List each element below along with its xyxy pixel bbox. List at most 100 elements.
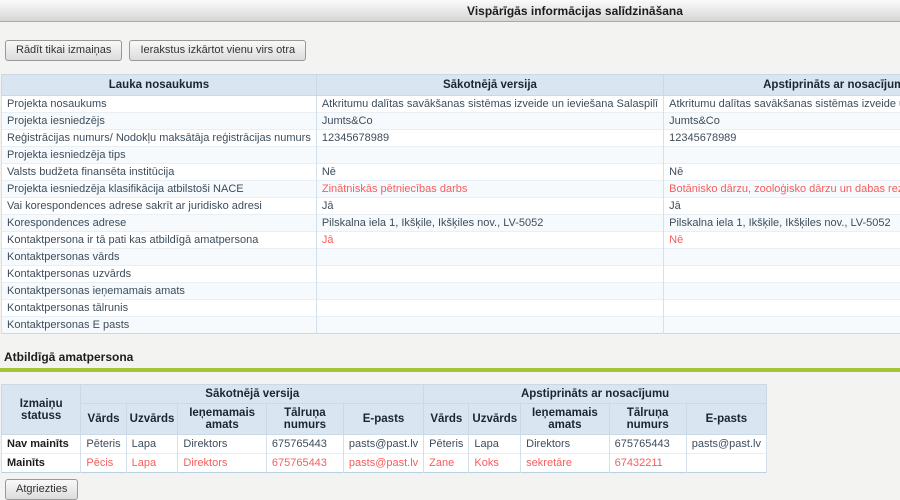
column-header-email: E-pasts	[686, 404, 766, 435]
field-name-cell: Projekta nosaukums	[2, 96, 317, 113]
page-title: Vispārīgās informācijas salīdzināšana	[0, 0, 900, 22]
approved-value-cell: Nē	[664, 164, 900, 181]
comparison-table: Lauka nosaukums Sākotnējā versija Apstip…	[1, 74, 900, 334]
column-header-phone: Tālruņa numurs	[609, 404, 686, 435]
approved-value-cell: Botānisko dārzu, zooloģisko dārzu un dab…	[664, 181, 900, 198]
table-row: Kontaktpersona ir tā pati kas atbildīgā …	[2, 232, 900, 249]
original-value-cell	[316, 147, 663, 164]
original-value-cell: Atkritumu dalītas savākšanas sistēmas iz…	[316, 96, 663, 113]
table-row: Projekta iesniedzējs Jumts&Co Jumts&Co	[2, 113, 900, 130]
approved-value-cell	[664, 147, 900, 164]
title-bar: Vispārīgās informācijas salīdzināšana	[0, 0, 900, 22]
official-row-changed: Mainīts Pēcis Lapa Direktors 675765443 p…	[2, 454, 767, 473]
approved-value-cell: Jā	[664, 198, 900, 215]
approved-email-cell	[686, 454, 766, 473]
field-name-cell: Vai korespondences adrese sakrīt ar juri…	[2, 198, 317, 215]
official-row-unchanged: Nav mainīts Pēteris Lapa Direktors 67576…	[2, 435, 767, 454]
group-header-approved: Apstiprināts ar nosacījumu	[424, 385, 767, 404]
approved-last-name-cell: Lapa	[469, 435, 521, 454]
original-value-cell	[316, 249, 663, 266]
original-value-cell	[316, 300, 663, 317]
original-value-cell	[316, 317, 663, 334]
approved-position-cell: Direktors	[521, 435, 609, 454]
original-last-name-cell: Lapa	[126, 454, 178, 473]
column-header-position: Ieņemamais amats	[521, 404, 609, 435]
field-name-cell: Reģistrācijas numurs/ Nodokļu maksātāja …	[2, 130, 317, 147]
table-row: Projekta iesniedzēja klasifikācija atbil…	[2, 181, 900, 198]
table-row: Projekta iesniedzēja tips	[2, 147, 900, 164]
show-only-changes-button[interactable]: Rādīt tikai izmaiņas	[5, 40, 122, 61]
change-status-cell: Nav mainīts	[2, 435, 81, 454]
approved-value-cell: Atkritumu dalītas savākšanas sistēmas iz…	[664, 96, 900, 113]
change-status-cell: Mainīts	[2, 454, 81, 473]
table-row: Korespondences adrese Pilskalna iela 1, …	[2, 215, 900, 232]
field-name-cell: Kontaktpersonas ieņemamais amats	[2, 283, 317, 300]
column-header-first-name: Vārds	[81, 404, 126, 435]
approved-email-cell: pasts@past.lv	[686, 435, 766, 454]
section-title-responsible-official: Atbildīgā amatpersona	[4, 350, 900, 364]
column-header-last-name: Uzvārds	[469, 404, 521, 435]
column-header-original: Sākotnējā versija	[316, 75, 663, 96]
field-name-cell: Kontaktpersonas vārds	[2, 249, 317, 266]
approved-value-cell	[664, 283, 900, 300]
table-row: Kontaktpersonas E pasts	[2, 317, 900, 334]
column-header-email: E-pasts	[343, 404, 423, 435]
toolbar: Rādīt tikai izmaiņas Ierakstus izkārtot …	[5, 40, 900, 61]
footer: Atgriezties	[5, 479, 900, 500]
stack-records-button[interactable]: Ierakstus izkārtot vienu virs otra	[129, 40, 306, 61]
original-value-cell	[316, 266, 663, 283]
original-value-cell: Jā	[316, 198, 663, 215]
table-row: Kontaktpersonas vārds	[2, 249, 900, 266]
approved-value-cell	[664, 249, 900, 266]
group-header-original: Sākotnējā versija	[81, 385, 424, 404]
column-header-approved: Apstiprināts ar nosacījumu	[664, 75, 900, 96]
original-position-cell: Direktors	[178, 435, 266, 454]
table-row: Reģistrācijas numurs/ Nodokļu maksātāja …	[2, 130, 900, 147]
approved-phone-cell: 675765443	[609, 435, 686, 454]
table-row: Valsts budžeta finansēta institūcija Nē …	[2, 164, 900, 181]
approved-first-name-cell: Pēteris	[424, 435, 469, 454]
original-position-cell: Direktors	[178, 454, 266, 473]
original-first-name-cell: Pēteris	[81, 435, 126, 454]
original-email-cell: pasts@past.lv	[343, 435, 423, 454]
column-header-last-name: Uzvārds	[126, 404, 178, 435]
original-value-cell: Jā	[316, 232, 663, 249]
field-name-cell: Kontaktpersona ir tā pati kas atbildīgā …	[2, 232, 317, 249]
approved-first-name-cell: Zane	[424, 454, 469, 473]
column-header-position: Ieņemamais amats	[178, 404, 266, 435]
accent-divider	[0, 368, 900, 372]
field-name-cell: Kontaktpersonas uzvārds	[2, 266, 317, 283]
approved-value-cell: 12345678989	[664, 130, 900, 147]
table-row: Kontaktpersonas tālrunis	[2, 300, 900, 317]
column-header-field: Lauka nosaukums	[2, 75, 317, 96]
approved-phone-cell: 67432211	[609, 454, 686, 473]
original-value-cell: Nē	[316, 164, 663, 181]
original-value-cell	[316, 283, 663, 300]
original-value-cell: Pilskalna iela 1, Ikšķile, Ikšķiles nov.…	[316, 215, 663, 232]
field-name-cell: Valsts budžeta finansēta institūcija	[2, 164, 317, 181]
table-row: Vai korespondences adrese sakrīt ar juri…	[2, 198, 900, 215]
approved-value-cell	[664, 266, 900, 283]
column-header-first-name: Vārds	[424, 404, 469, 435]
original-value-cell: Zinātniskās pētniecības darbs	[316, 181, 663, 198]
approved-value-cell: Nē	[664, 232, 900, 249]
table-row: Kontaktpersonas ieņemamais amats	[2, 283, 900, 300]
original-value-cell: Jumts&Co	[316, 113, 663, 130]
approved-value-cell	[664, 300, 900, 317]
comparison-header-row: Lauka nosaukums Sākotnējā versija Apstip…	[2, 75, 900, 96]
approved-value-cell: Pilskalna iela 1, Ikšķile, Ikšķiles nov.…	[664, 215, 900, 232]
field-name-cell: Kontaktpersonas tālrunis	[2, 300, 317, 317]
field-name-cell: Projekta iesniedzēja klasifikācija atbil…	[2, 181, 317, 198]
official-group-header-row: Izmaiņu statuss Sākotnējā versija Apstip…	[2, 385, 767, 404]
official-sub-header-row: Vārds Uzvārds Ieņemamais amats Tālruņa n…	[2, 404, 767, 435]
original-email-cell: pasts@past.lv	[343, 454, 423, 473]
back-button[interactable]: Atgriezties	[5, 479, 78, 500]
approved-position-cell: sekretāre	[521, 454, 609, 473]
field-name-cell: Korespondences adrese	[2, 215, 317, 232]
approved-value-cell: Jumts&Co	[664, 113, 900, 130]
table-row: Projekta nosaukums Atkritumu dalītas sav…	[2, 96, 900, 113]
original-phone-cell: 675765443	[266, 435, 343, 454]
column-header-phone: Tālruņa numurs	[266, 404, 343, 435]
field-name-cell: Kontaktpersonas E pasts	[2, 317, 317, 334]
responsible-official-table: Izmaiņu statuss Sākotnējā versija Apstip…	[1, 384, 767, 473]
